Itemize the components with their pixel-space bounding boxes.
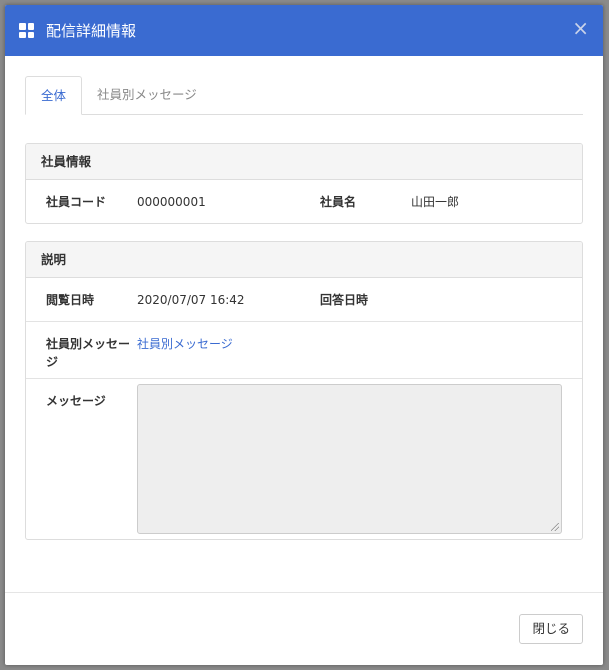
message-label: メッセージ — [46, 394, 106, 408]
answered-datetime-value — [411, 278, 582, 321]
datetime-row: 閲覧日時 2020/07/07 16:42 回答日時 — [26, 278, 582, 321]
delivery-detail-modal: 配信詳細情報 × 全体 社員別メッセージ 社員情報 社員コード 00000000… — [5, 5, 603, 665]
close-button[interactable]: 閉じる — [519, 614, 583, 644]
close-icon[interactable]: × — [572, 18, 589, 38]
description-heading: 説明 — [26, 242, 582, 278]
resize-grip-icon[interactable] — [551, 523, 559, 531]
employee-message-row: 社員別メッセージ 社員別メッセージ — [26, 321, 582, 378]
employee-message-label: 社員別メッセージ — [46, 337, 131, 369]
employee-info-heading: 社員情報 — [26, 144, 582, 180]
tab-all[interactable]: 全体 — [25, 76, 83, 115]
modal-body: 全体 社員別メッセージ 社員情報 社員コード 000000001 社員名 山田一… — [5, 56, 603, 592]
modal-footer: 閉じる — [5, 592, 603, 665]
employee-code-label: 社員コード — [46, 195, 107, 209]
tab-bar: 全体 社員別メッセージ — [25, 76, 583, 115]
employee-message-link[interactable]: 社員別メッセージ — [137, 337, 233, 351]
grid-icon — [19, 23, 34, 38]
viewed-datetime-value: 2020/07/07 16:42 — [137, 293, 245, 307]
modal-header: 配信詳細情報 × — [5, 5, 603, 56]
employee-info-panel: 社員情報 社員コード 000000001 社員名 山田一郎 — [25, 143, 583, 224]
modal-title: 配信詳細情報 — [46, 22, 137, 40]
tab-employee-messages[interactable]: 社員別メッセージ — [82, 76, 212, 114]
answered-datetime-label: 回答日時 — [320, 293, 369, 307]
employee-code-value: 000000001 — [137, 195, 206, 209]
employee-info-row: 社員コード 000000001 社員名 山田一郎 — [26, 180, 582, 223]
message-row: メッセージ — [26, 378, 582, 539]
employee-name-label: 社員名 — [320, 195, 357, 209]
viewed-datetime-label: 閲覧日時 — [46, 293, 95, 307]
message-textarea[interactable] — [137, 384, 562, 534]
description-panel: 説明 閲覧日時 2020/07/07 16:42 回答日時 社員別メッセージ 社… — [25, 241, 583, 540]
employee-name-value: 山田一郎 — [411, 195, 460, 209]
